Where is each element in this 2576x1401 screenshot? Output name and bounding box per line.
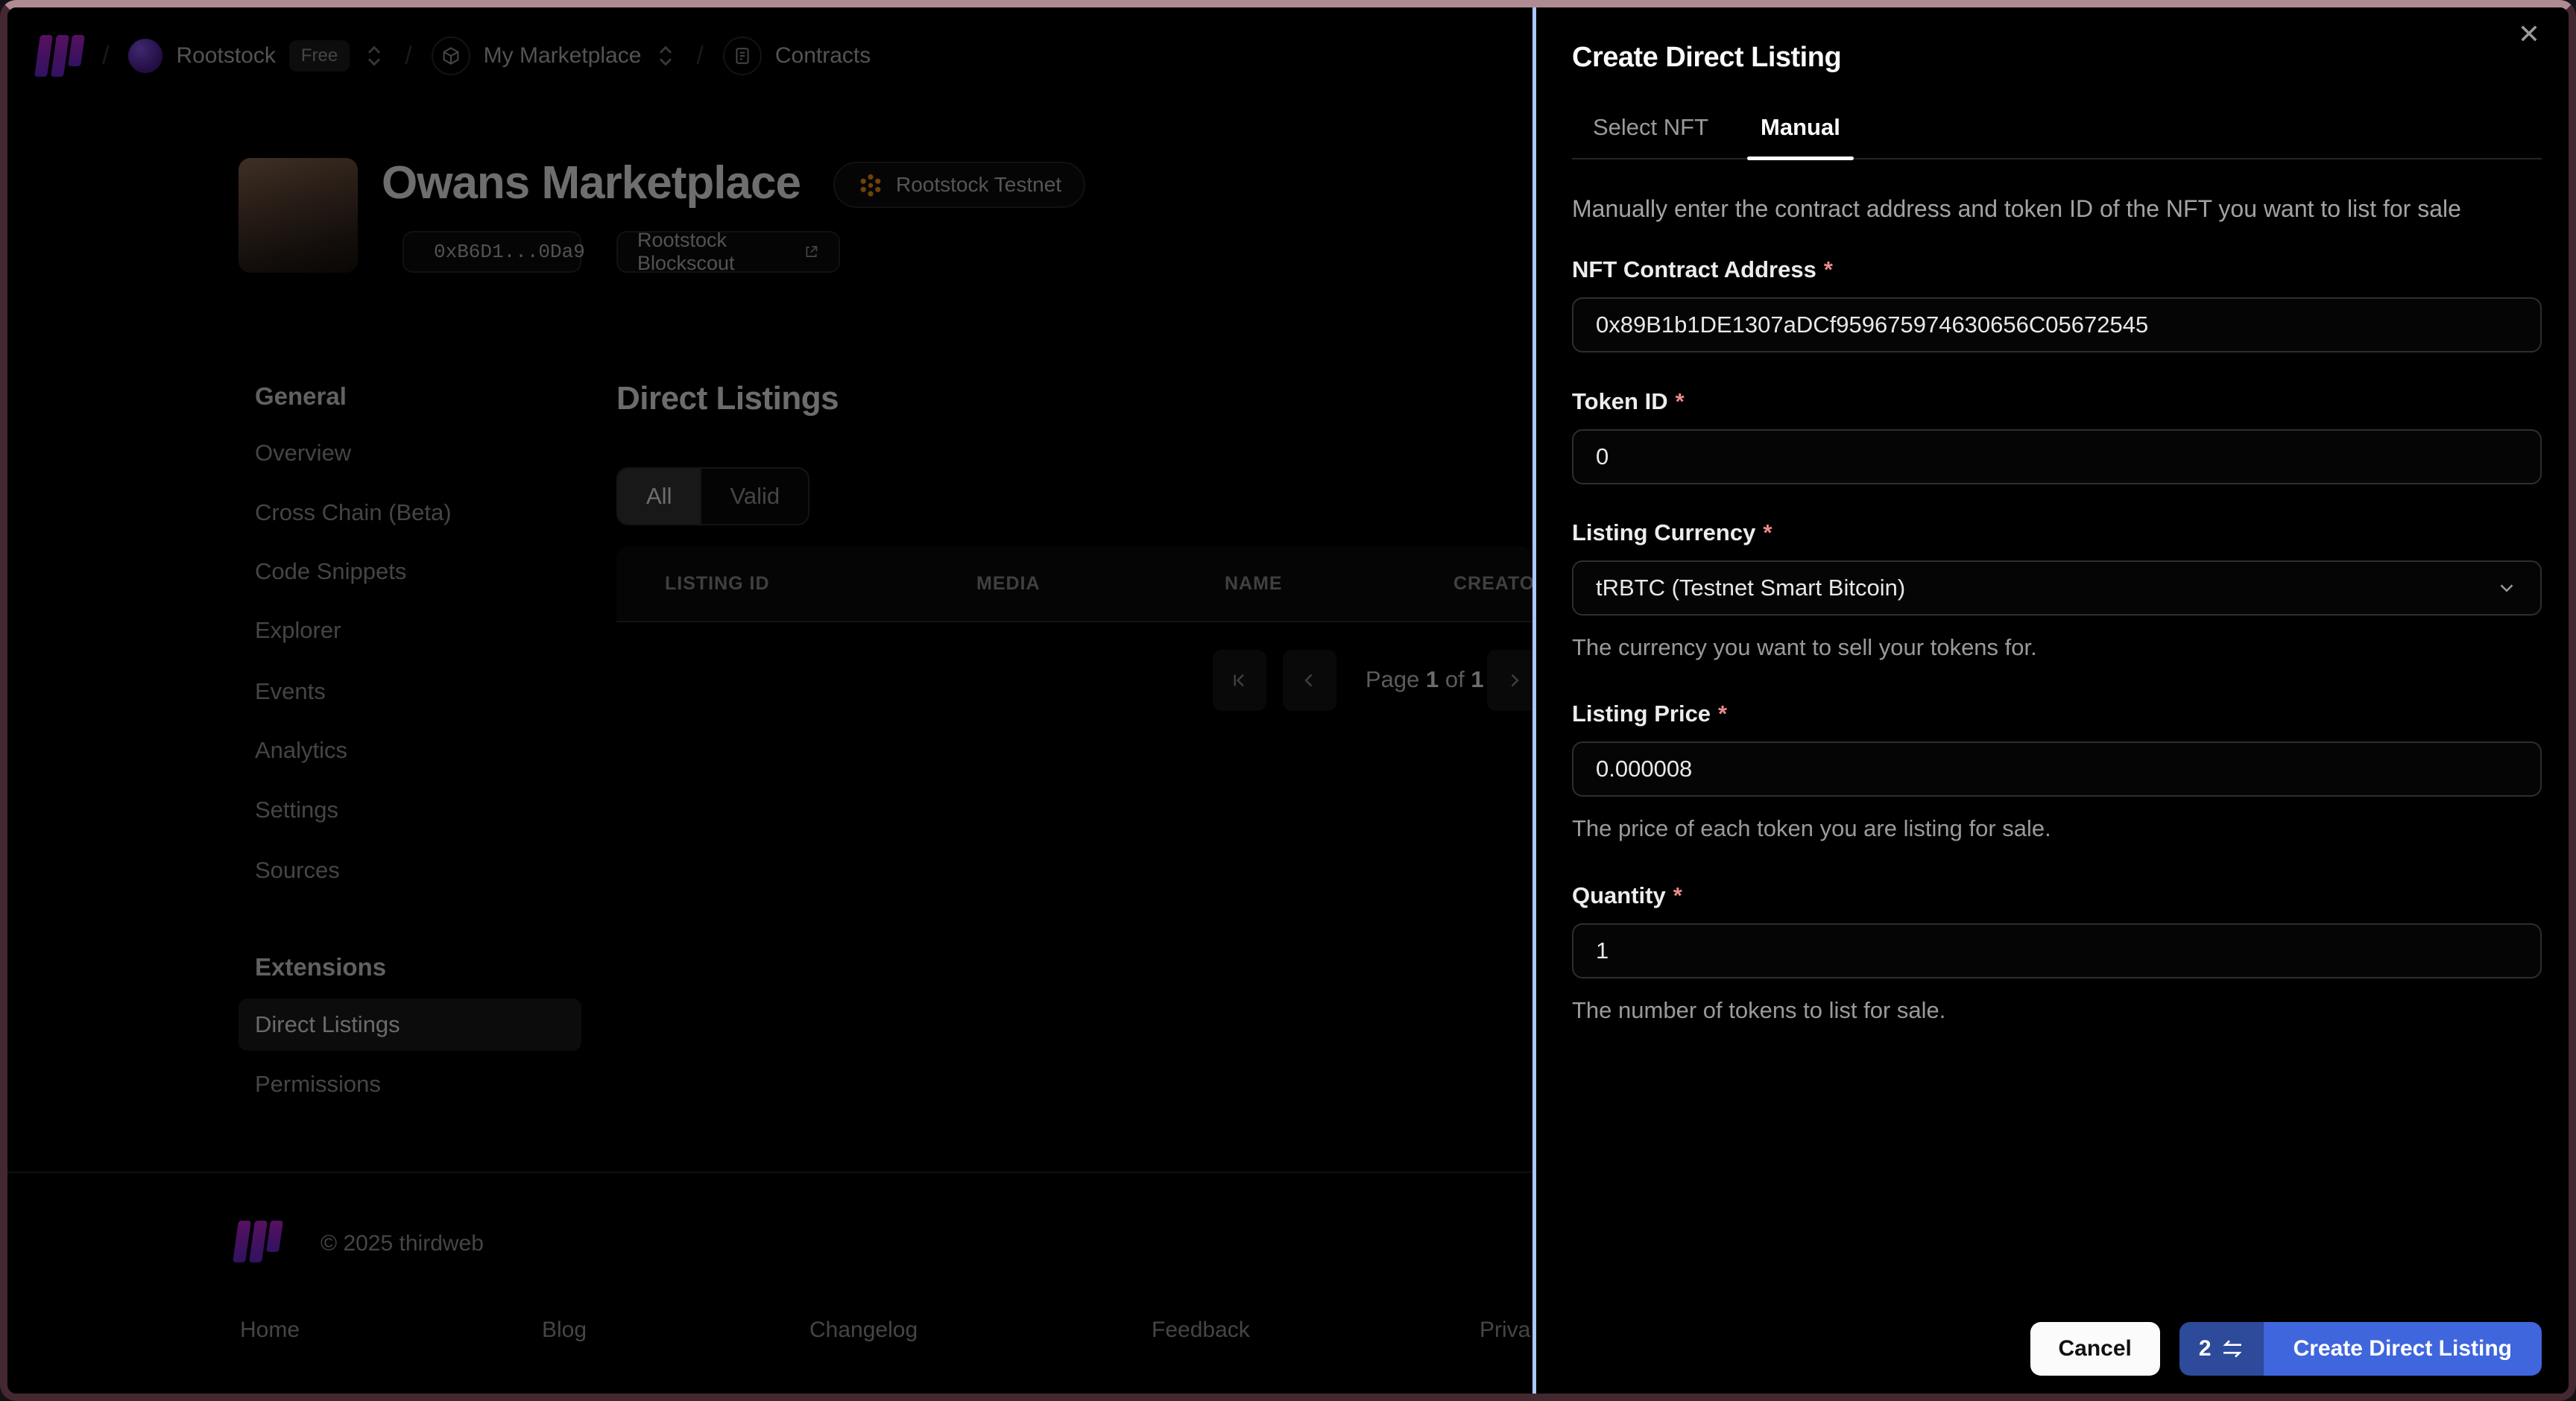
app-window: / Rootstock Free / My Marketplace / — [0, 0, 2576, 1401]
transaction-count: 2 — [2198, 1336, 2212, 1361]
field-token-id: Token ID * — [1572, 388, 2542, 485]
field-quantity: Quantity * — [1572, 882, 2542, 979]
required-asterisk: * — [1823, 256, 1833, 282]
nft-contract-address-label: NFT Contract Address — [1572, 256, 1816, 282]
drawer-description: Manually enter the contract address and … — [1572, 195, 2461, 222]
quantity-label: Quantity — [1572, 882, 1666, 908]
required-asterisk: * — [1673, 882, 1682, 908]
listing-currency-helper: The currency you want to sell your token… — [1572, 634, 2037, 660]
listing-price-input[interactable] — [1572, 741, 2542, 797]
drawer-footer: Cancel 2 Create Direct Listing — [2030, 1322, 2542, 1376]
listing-currency-label: Listing Currency — [1572, 519, 1756, 545]
submit-button-group: 2 Create Direct Listing — [2179, 1322, 2542, 1376]
close-icon[interactable]: ✕ — [2518, 21, 2540, 48]
listing-price-helper: The price of each token you are listing … — [1572, 815, 2051, 841]
cancel-button[interactable]: Cancel — [2030, 1322, 2160, 1376]
listing-price-label: Listing Price — [1572, 700, 1711, 727]
create-direct-listing-button[interactable]: Create Direct Listing — [2263, 1322, 2542, 1376]
tab-select-nft[interactable]: Select NFT — [1572, 97, 1729, 158]
quantity-input[interactable] — [1572, 923, 2542, 978]
tab-manual[interactable]: Manual — [1740, 97, 1861, 160]
required-asterisk: * — [1675, 388, 1685, 414]
transaction-count-button[interactable]: 2 — [2179, 1322, 2264, 1376]
nft-contract-address-input[interactable] — [1572, 297, 2542, 352]
listing-currency-value: tRBTC (Testnet Smart Bitcoin) — [1596, 575, 1906, 601]
listing-currency-select[interactable]: tRBTC (Testnet Smart Bitcoin) — [1572, 560, 2542, 616]
field-nft-contract-address: NFT Contract Address * — [1572, 256, 2542, 353]
drawer-tabs: Select NFT Manual — [1572, 97, 2542, 160]
field-listing-currency: Listing Currency * tRBTC (Testnet Smart B… — [1572, 519, 2542, 616]
drawer-title: Create Direct Listing — [1572, 42, 1842, 73]
token-id-input[interactable] — [1572, 429, 2542, 484]
required-asterisk: * — [1718, 700, 1728, 727]
create-direct-listing-drawer: ✕ Create Direct Listing Select NFT Manua… — [1532, 7, 2569, 1394]
token-id-label: Token ID — [1572, 388, 1668, 414]
field-listing-price: Listing Price * — [1572, 700, 2542, 797]
chevron-down-icon — [2500, 584, 2513, 592]
required-asterisk: * — [1763, 519, 1772, 545]
quantity-helper: The number of tokens to list for sale. — [1572, 997, 1946, 1023]
swap-arrows-icon — [2223, 1340, 2242, 1358]
